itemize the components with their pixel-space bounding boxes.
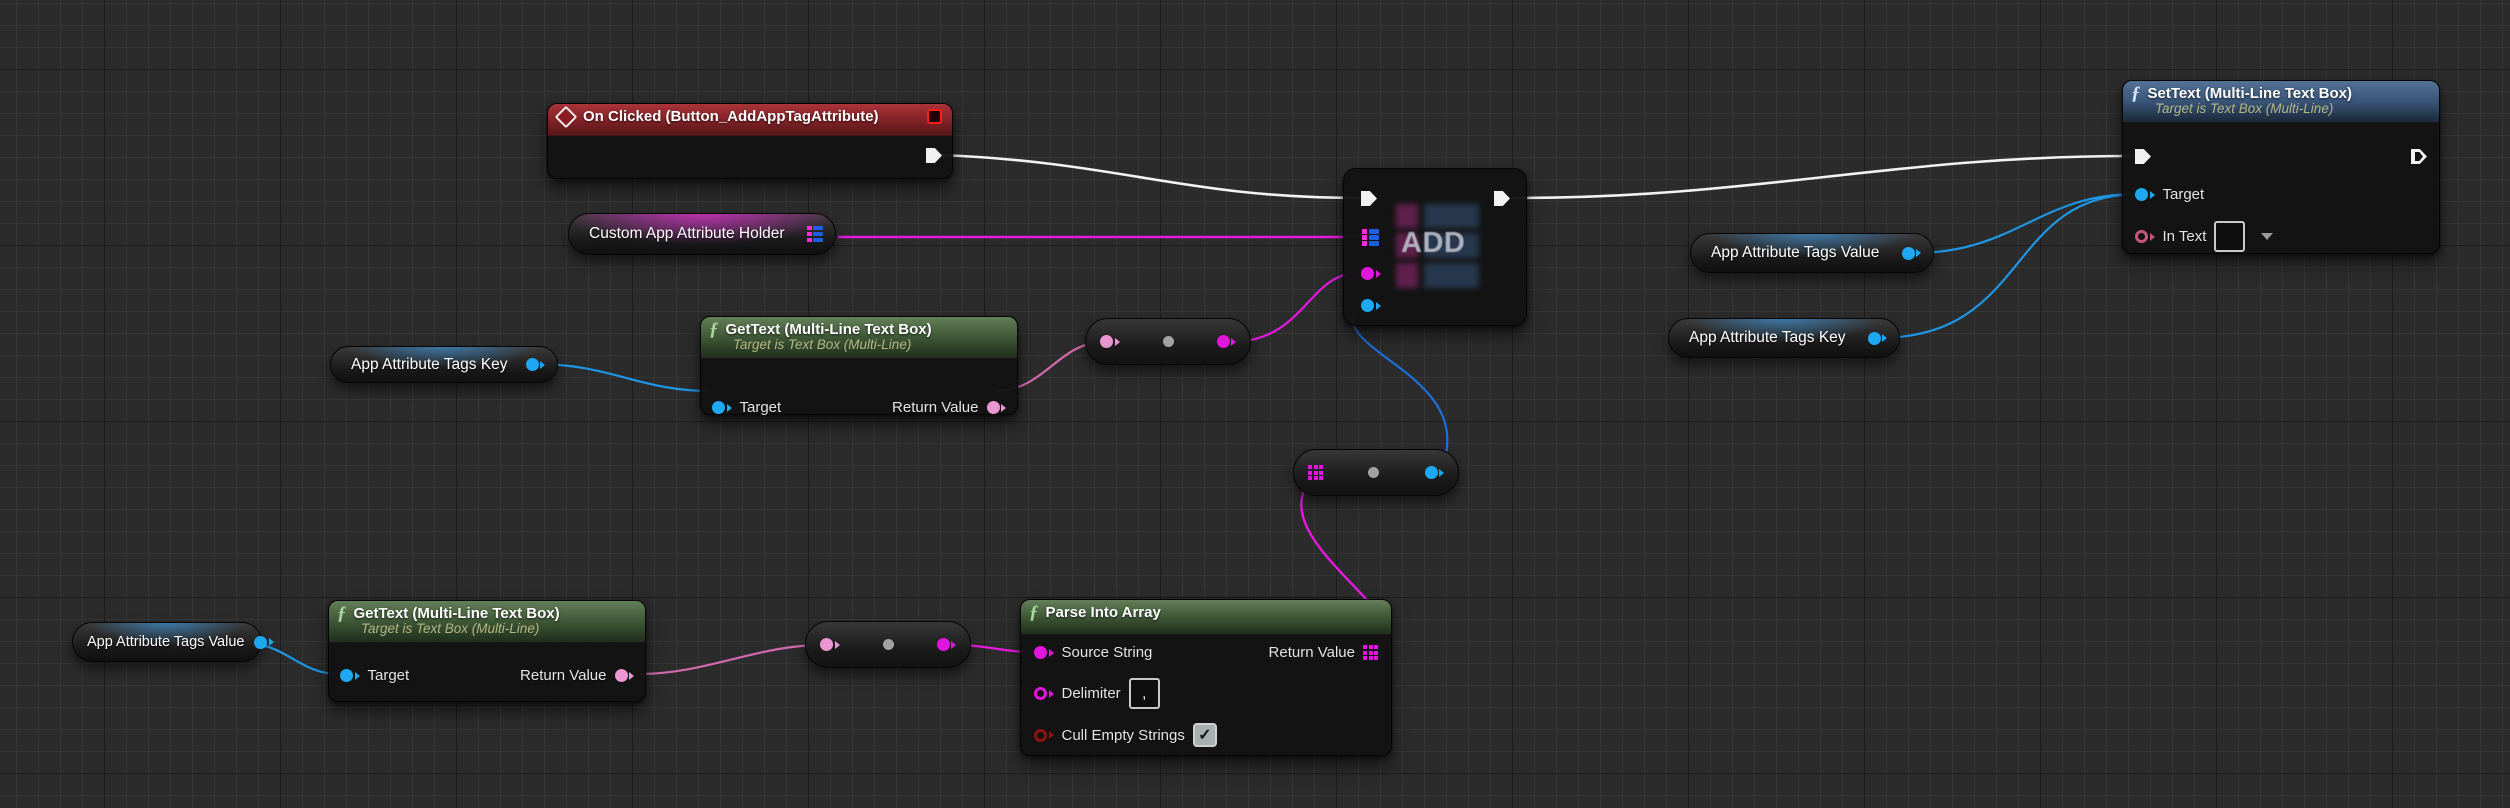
- variable-label: App Attribute Tags Value: [87, 634, 244, 650]
- object-output-pin[interactable]: [526, 358, 546, 371]
- add-watermark-text: ADD: [1401, 227, 1465, 260]
- map-key-watermark: [1396, 263, 1418, 288]
- exec-out-pin[interactable]: [1494, 191, 1510, 206]
- node-var-get-app-attribute-tags-value-right[interactable]: App Attribute Tags Value: [1690, 233, 1934, 273]
- exec-wire-onclicked-to-add[interactable]: [940, 155, 1360, 198]
- pin-label: Source String: [1062, 644, 1153, 661]
- map-output-pin[interactable]: [807, 226, 824, 243]
- pin-label: Delimiter: [1062, 685, 1121, 702]
- pin-label: Cull Empty Strings: [1062, 727, 1185, 744]
- object-output-pin[interactable]: [1902, 247, 1922, 260]
- text-input-pin[interactable]: [820, 638, 840, 651]
- event-delegate-icon[interactable]: [927, 109, 942, 124]
- cull-empty-strings-pin[interactable]: [1034, 729, 1054, 742]
- node-title: GetText (Multi-Line Text Box): [354, 605, 560, 622]
- variable-label: App Attribute Tags Key: [1689, 329, 1846, 347]
- function-icon: ƒ: [1029, 606, 1039, 620]
- node-conv-text-to-string-top[interactable]: [1085, 318, 1251, 365]
- conversion-dot-icon: [1163, 336, 1174, 347]
- pin-label: Return Value: [520, 667, 606, 684]
- wire-gettext2-rv-to-conv3[interactable]: [640, 645, 822, 674]
- pin-label: Return Value: [1269, 644, 1355, 661]
- node-subtitle: Target is Text Box (Multi-Line): [2155, 101, 2429, 116]
- node-subtitle: Target is Text Box (Multi-Line): [733, 337, 1007, 352]
- chevron-down-icon[interactable]: [2261, 233, 2273, 240]
- node-gettext-key[interactable]: ƒ GetText (Multi-Line Text Box) Target i…: [700, 316, 1018, 415]
- pin-label: Target: [740, 399, 782, 416]
- target-pin[interactable]: [340, 669, 360, 682]
- node-var-get-custom-app-attribute-holder[interactable]: Custom App Attribute Holder: [568, 213, 836, 255]
- in-text-input[interactable]: [2214, 221, 2245, 252]
- object-output-pin[interactable]: [1868, 332, 1888, 345]
- node-title: SetText (Multi-Line Text Box): [2148, 85, 2352, 102]
- function-icon: ƒ: [709, 323, 719, 337]
- node-gettext-value[interactable]: ƒ GetText (Multi-Line Text Box) Target i…: [328, 600, 646, 702]
- conversion-dot-icon: [883, 639, 894, 650]
- node-settext[interactable]: ƒ SetText (Multi-Line Text Box) Target i…: [2122, 80, 2440, 254]
- exec-in-pin[interactable]: [2135, 149, 2151, 164]
- node-conv-text-to-string-bottom[interactable]: [805, 621, 971, 668]
- value-pin[interactable]: [1361, 299, 1381, 312]
- output-pin[interactable]: [1425, 466, 1445, 479]
- node-conv-string-array[interactable]: [1293, 449, 1459, 496]
- source-string-pin[interactable]: [1034, 646, 1054, 659]
- map-value-watermark: [1424, 204, 1479, 228]
- string-array-input-pin[interactable]: [1308, 465, 1323, 480]
- variable-label: App Attribute Tags Value: [1711, 244, 1879, 262]
- pin-label: Return Value: [892, 399, 978, 416]
- event-diamond-icon: [555, 105, 578, 128]
- node-title: GetText (Multi-Line Text Box): [726, 321, 932, 338]
- map-key-watermark: [1396, 204, 1418, 228]
- node-map-add[interactable]: ADD: [1343, 168, 1527, 326]
- exec-wire-add-to-settext[interactable]: [1512, 156, 2134, 198]
- node-event-on-clicked[interactable]: On Clicked (Button_AddAppTagAttribute): [547, 103, 953, 179]
- cull-empty-strings-checkbox[interactable]: ✓: [1193, 723, 1217, 747]
- string-output-pin[interactable]: [1217, 335, 1237, 348]
- exec-in-pin[interactable]: [1361, 191, 1377, 206]
- delimiter-pin[interactable]: [1034, 687, 1054, 700]
- node-var-get-app-attribute-tags-key-right[interactable]: App Attribute Tags Key: [1668, 318, 1900, 358]
- target-pin[interactable]: [2135, 188, 2155, 201]
- map-value-watermark: [1424, 263, 1479, 288]
- wire-key-to-gettext-target[interactable]: [536, 364, 710, 391]
- pin-label: Target: [2163, 186, 2205, 203]
- variable-label: App Attribute Tags Key: [351, 356, 508, 374]
- blueprint-canvas[interactable]: On Clicked (Button_AddAppTagAttribute) C…: [0, 0, 2510, 808]
- node-var-get-app-attribute-tags-value-left[interactable]: App Attribute Tags Value: [72, 622, 262, 662]
- text-input-pin[interactable]: [1100, 335, 1120, 348]
- exec-out-pin[interactable]: [2411, 149, 2427, 164]
- pin-label: Target: [368, 667, 410, 684]
- exec-out-pin[interactable]: [926, 148, 942, 163]
- target-pin[interactable]: [712, 401, 732, 414]
- node-subtitle: Target is Text Box (Multi-Line): [361, 621, 635, 636]
- return-value-pin[interactable]: [987, 401, 1007, 414]
- variable-label: Custom App Attribute Holder: [589, 225, 785, 243]
- pin-label: In Text: [2163, 228, 2207, 245]
- return-value-array-pin[interactable]: [1363, 645, 1378, 660]
- string-output-pin[interactable]: [937, 638, 957, 651]
- return-value-pin[interactable]: [615, 669, 635, 682]
- in-text-pin[interactable]: [2135, 230, 2155, 243]
- function-icon: ƒ: [337, 607, 347, 621]
- wire-value-right-to-settext-target[interactable]: [1914, 194, 2136, 253]
- key-pin[interactable]: [1361, 267, 1381, 280]
- function-icon: ƒ: [2131, 87, 2141, 101]
- target-map-pin[interactable]: [1362, 229, 1379, 246]
- conversion-dot-icon: [1368, 467, 1379, 478]
- wire-add-value-to-conv2[interactable]: [1353, 304, 1448, 468]
- node-title: On Clicked (Button_AddAppTagAttribute): [583, 108, 879, 125]
- node-title: Parse Into Array: [1046, 604, 1161, 621]
- delimiter-input[interactable]: ,: [1129, 678, 1160, 709]
- object-output-pin[interactable]: [254, 636, 274, 649]
- node-var-get-app-attribute-tags-key-left[interactable]: App Attribute Tags Key: [330, 346, 558, 383]
- node-parse-into-array[interactable]: ƒ Parse Into Array Source String Delimit…: [1020, 599, 1392, 756]
